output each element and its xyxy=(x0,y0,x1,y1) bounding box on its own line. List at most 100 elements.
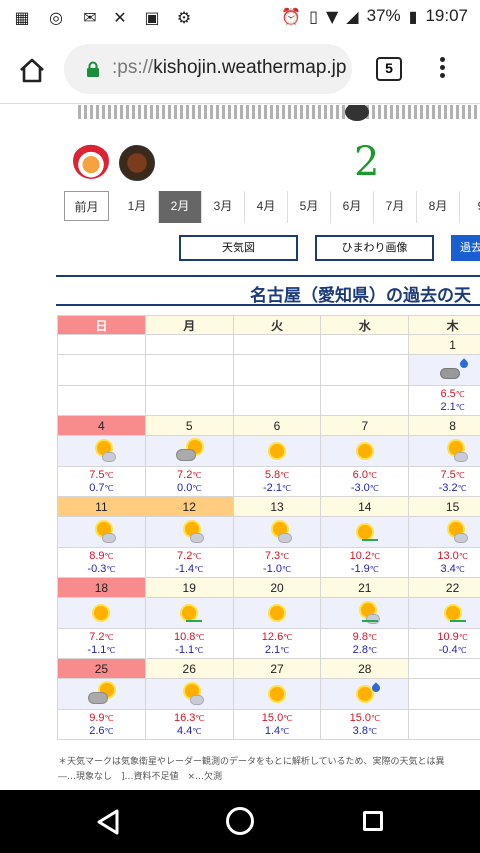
cloud-icon xyxy=(365,614,380,624)
date-cell[interactable]: 26 xyxy=(144,658,234,679)
temp-unit: ℃ xyxy=(192,470,202,480)
temperature-row: 7.2℃ -1.1℃ 10.8℃ -1.1℃ 12.6℃ 2.1℃ 9.8℃ 2.8℃ 10.9… xyxy=(57,628,480,659)
footnote: ＊天気マークは気象衛星やレーダー観測のデータをもとに解析しているため、実際の天気… xyxy=(58,755,445,785)
high-temp: 6.5℃ xyxy=(409,388,480,401)
date-cell[interactable]: 12 xyxy=(144,496,234,517)
date-cell[interactable]: 25 xyxy=(57,658,146,679)
low-temp-value: 2.8 xyxy=(352,643,368,656)
date-cell[interactable]: 8 xyxy=(408,415,480,436)
temp-cell: 7.3℃ -1.0℃ xyxy=(232,547,322,578)
high-temp: 12.6℃ xyxy=(234,631,321,644)
home-icon[interactable] xyxy=(18,56,46,84)
date-cell[interactable]: 5 xyxy=(144,415,234,436)
date-cell[interactable]: 18 xyxy=(57,577,146,598)
date-cell[interactable]: 21 xyxy=(320,577,410,598)
tab-prev-month[interactable]: 前月 xyxy=(64,191,109,221)
tab-month-2[interactable]: 2月 xyxy=(159,191,202,223)
date-cell[interactable]: 13 xyxy=(232,496,322,517)
weather-cell xyxy=(408,678,480,710)
tab-month-6[interactable]: 6月 xyxy=(331,191,374,223)
low-temp-value: 3.4 xyxy=(440,562,456,575)
cloud-icon xyxy=(176,449,197,461)
high-temp-value: 10.2 xyxy=(349,549,371,562)
date-cell[interactable]: 1 xyxy=(408,334,480,355)
address-bar[interactable]: :ps://kishojin.weathermap.jp xyxy=(64,44,352,94)
low-temp: 2.1℃ xyxy=(409,401,480,414)
low-temp-value: -3.0 xyxy=(350,481,370,494)
tab-month-7[interactable]: 7月 xyxy=(374,191,417,223)
date-cell[interactable]: 4 xyxy=(57,415,146,436)
temp-cell: 8.9℃ -0.3℃ xyxy=(57,547,146,578)
temp-unit: ℃ xyxy=(106,645,116,655)
tab-month-9[interactable]: 9 xyxy=(460,191,480,223)
overflow-menu-icon[interactable] xyxy=(436,54,448,86)
temp-cell: 10.9℃ -0.4℃ xyxy=(408,628,480,659)
weather-map-button[interactable]: 天気図 xyxy=(179,235,298,261)
temp-unit: ℃ xyxy=(104,483,114,493)
date-cell[interactable]: 14 xyxy=(320,496,410,517)
high-temp-value: 7.3 xyxy=(264,549,281,562)
weather-icon-row xyxy=(57,597,480,629)
tab-month-8[interactable]: 8月 xyxy=(417,191,460,223)
url-text: :ps://kishojin.weathermap.jp xyxy=(112,57,347,78)
sunny-cloudy-icon xyxy=(84,438,118,464)
date-cell[interactable]: 6 xyxy=(232,415,322,436)
sun-icon xyxy=(357,525,372,539)
sunny-icon xyxy=(172,600,206,626)
home-circle-icon[interactable] xyxy=(226,807,254,835)
date-cell[interactable]: 11 xyxy=(57,496,146,517)
date-cell[interactable]: 7 xyxy=(320,415,410,436)
high-temp: 10.2℃ xyxy=(321,550,408,563)
high-temp: 7.5℃ xyxy=(409,469,480,482)
weather-cell xyxy=(408,435,480,467)
high-temp-value: 7.5 xyxy=(440,468,456,481)
himawari-image-button[interactable]: ひまわり画像 xyxy=(315,235,434,261)
date-cell[interactable]: 20 xyxy=(232,577,322,598)
instagram-icon: ◎ xyxy=(49,7,63,27)
temperature-row: 9.9℃ 2.6℃ 16.3℃ 4.4℃ 15.0℃ 1.4℃ 15.0℃ 3.8℃ xyxy=(57,709,480,740)
temp-cell: 10.8℃ -1.1℃ xyxy=(144,628,234,659)
date-cell[interactable]: 15 xyxy=(408,496,480,517)
temp-unit: ℃ xyxy=(369,483,379,493)
date-cell[interactable]: 28 xyxy=(320,658,410,679)
date-cell[interactable]: 19 xyxy=(144,577,234,598)
back-icon[interactable] xyxy=(96,809,120,835)
date-cell[interactable]: 27 xyxy=(232,658,322,679)
sunny-icon xyxy=(260,438,294,464)
temp-unit: ℃ xyxy=(194,645,204,655)
tab-month-3[interactable]: 3月 xyxy=(202,191,245,223)
low-temp-value: -1.0 xyxy=(263,562,282,575)
recents-icon[interactable] xyxy=(363,811,383,831)
sunny-icon xyxy=(260,681,294,707)
sunny-icon xyxy=(436,600,470,626)
past-weather-button[interactable]: 過去 xyxy=(451,235,480,261)
sunny-cloudy-icon xyxy=(436,519,470,545)
low-temp: 4.4℃ xyxy=(146,725,233,738)
weather-cell xyxy=(232,435,322,467)
weather-cell xyxy=(144,354,234,386)
tab-month-5[interactable]: 5月 xyxy=(288,191,331,223)
temp-cell: 5.8℃ -2.1℃ xyxy=(232,466,322,497)
temp-cell xyxy=(320,385,410,416)
low-temp-value: -1.1 xyxy=(175,643,195,656)
high-temp-value: 15.0 xyxy=(349,711,371,724)
character-thumbnail-2[interactable] xyxy=(119,145,155,181)
high-temp: 9.9℃ xyxy=(58,712,145,725)
temp-cell xyxy=(144,385,234,416)
temp-unit: ℃ xyxy=(104,470,114,480)
weather-cell xyxy=(320,354,410,386)
cloud-icon xyxy=(102,452,117,462)
tab-month-4[interactable]: 4月 xyxy=(245,191,288,223)
temp-unit: ℃ xyxy=(192,483,202,493)
temp-unit: ℃ xyxy=(455,564,465,574)
temp-cell: 7.2℃ -1.4℃ xyxy=(144,547,234,578)
tab-month-1[interactable]: 1月 xyxy=(116,191,159,223)
character-thumbnail-1[interactable] xyxy=(73,143,109,179)
cloud-icon xyxy=(190,695,205,705)
tab-switcher-button[interactable]: 5 xyxy=(376,57,402,81)
date-cell xyxy=(232,334,322,355)
date-cell[interactable]: 22 xyxy=(408,577,480,598)
temp-cell xyxy=(57,385,146,416)
cloud-icon xyxy=(88,692,109,704)
sunny-cloudy-icon xyxy=(84,519,118,545)
